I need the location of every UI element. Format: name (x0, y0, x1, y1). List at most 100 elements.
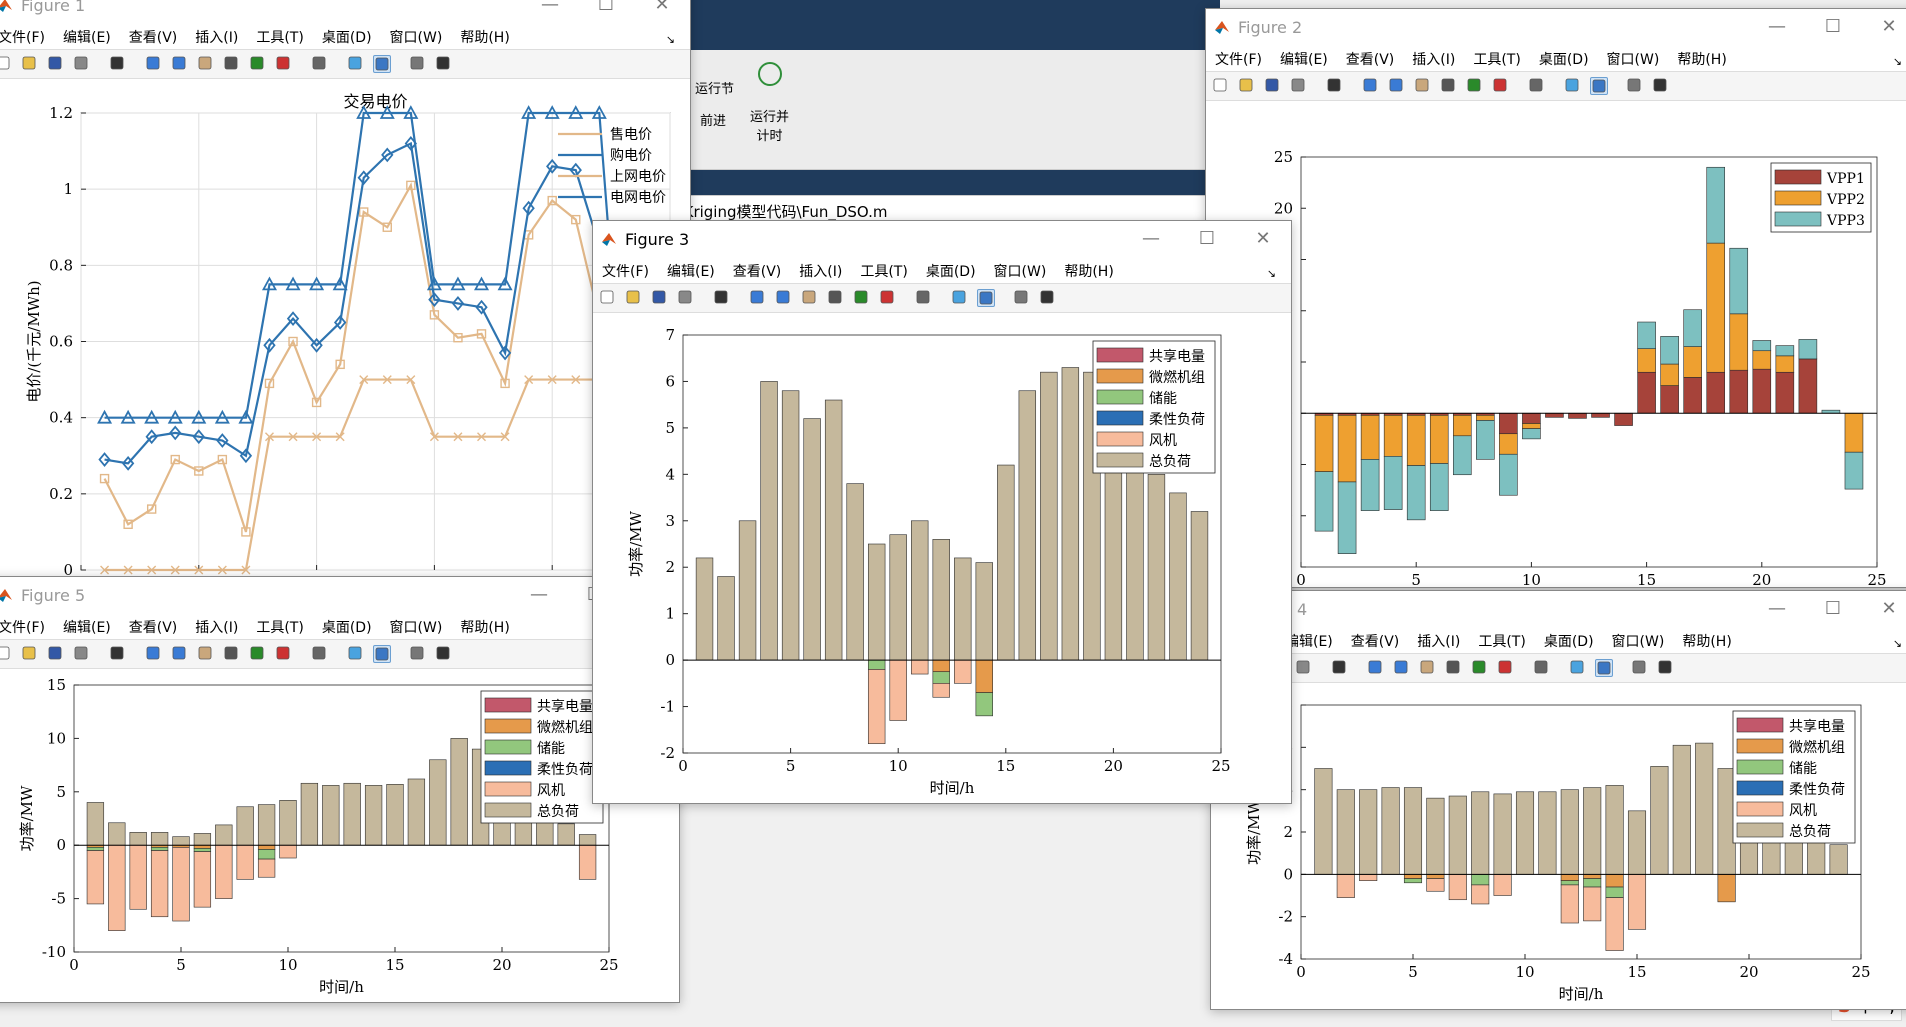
dock-icon[interactable] (435, 645, 453, 663)
zoom-in-icon[interactable] (1367, 659, 1385, 677)
plot-area[interactable]: 051015202500.20.40.60.811.2交易电价电价/(千元/MW… (0, 79, 690, 585)
advance-button[interactable]: 前进 (700, 110, 726, 129)
close-button[interactable]: ✕ (634, 0, 690, 23)
menu-item[interactable]: 编辑(E) (54, 23, 120, 47)
run-section-button[interactable]: 运行节 (695, 78, 734, 97)
plot-area[interactable]: 0510152025-15-10-50510152025VPP1VPP2VPP3 (1206, 101, 1906, 587)
brush-icon[interactable] (275, 55, 293, 73)
zoom-in-icon[interactable] (1362, 77, 1380, 95)
plot-area[interactable]: 0510152025-4-202468时间/h功率/MW共享电量微燃机组储能柔性… (1211, 683, 1906, 1009)
menu-item[interactable]: 文件(F) (1206, 45, 1271, 69)
menu-item[interactable]: 文件(F) (593, 257, 658, 281)
dock-arrow-icon[interactable]: ↘ (1884, 633, 1906, 650)
menu-item[interactable]: 帮助(H) (1055, 257, 1122, 281)
save-icon[interactable] (47, 645, 65, 663)
zoom-out-icon[interactable] (1393, 659, 1411, 677)
menu-item[interactable]: 工具(T) (851, 257, 916, 281)
plot-area[interactable]: 0 5 10 15 20 25 -2 -1 0 1 2 3 4 5 6 7 时间/h 功率/MW 共享电量 微燃机组储… (593, 313, 1291, 803)
brush-icon[interactable] (275, 645, 293, 663)
print-icon[interactable] (73, 55, 91, 73)
hide-tools-icon[interactable] (1626, 77, 1644, 95)
link-plot-icon[interactable] (311, 55, 329, 73)
pan-hand-icon[interactable] (197, 645, 215, 663)
open-file-icon[interactable] (625, 289, 643, 307)
rotate-icon[interactable] (1445, 659, 1463, 677)
plot-area[interactable]: 0 5 10 15 20 25 -10 -5 0 5 10 15 时间/h 功率/MW 共享电量 微燃机组 储能… (0, 669, 679, 1002)
title-bar[interactable]: Figure 3 — ☐ ✕ (593, 221, 1291, 257)
dock-arrow-icon[interactable]: ↘ (1884, 51, 1906, 68)
pan-hand-icon[interactable] (801, 289, 819, 307)
select-arrow-icon[interactable] (1326, 77, 1344, 95)
legend-icon[interactable] (977, 289, 995, 307)
zoom-in-icon[interactable] (145, 645, 163, 663)
title-bar[interactable]: Figure 5—☐✕ (0, 577, 679, 613)
menu-item[interactable]: 插入(I) (186, 613, 247, 637)
select-arrow-icon[interactable] (109, 645, 127, 663)
data-cursor-icon[interactable] (249, 645, 267, 663)
menu-item[interactable]: 窗口(W) (1598, 45, 1669, 69)
new-figure-icon[interactable] (599, 289, 617, 307)
minimize-button[interactable]: — (1749, 9, 1805, 45)
title-bar[interactable]: Figure 1 — ☐ ✕ (0, 0, 690, 23)
legend-icon[interactable] (1590, 77, 1608, 95)
minimize-button[interactable]: — (1749, 591, 1805, 627)
rotate-icon[interactable] (223, 645, 241, 663)
figure-2-window[interactable]: Figure 2— ☐ ✕ 文件(F) 编辑(E) 查看(V) 插入(I) 工具(T) 桌面(D… (1205, 8, 1906, 588)
dock-icon[interactable] (1652, 77, 1670, 95)
hide-tools-icon[interactable] (1631, 659, 1649, 677)
legend[interactable]: 共享电量微燃机组储能柔性负荷风机总负荷 (480, 690, 604, 824)
print-icon[interactable] (1295, 659, 1313, 677)
print-icon[interactable] (73, 645, 91, 663)
figure-4-window[interactable]: Figure 4—☐✕文件(F)编辑(E)查看(V)插入(I)工具(T)桌面(D… (1210, 590, 1906, 1010)
colorbar-icon[interactable] (1569, 659, 1587, 677)
colorbar-icon[interactable] (347, 55, 365, 73)
dock-icon[interactable] (435, 55, 453, 73)
legend-icon[interactable] (1595, 659, 1613, 677)
menu-item[interactable]: 工具(T) (247, 613, 312, 637)
new-figure-icon[interactable] (0, 55, 13, 73)
zoom-out-icon[interactable] (1388, 77, 1406, 95)
select-arrow-icon[interactable] (1331, 659, 1349, 677)
data-cursor-icon[interactable] (853, 289, 871, 307)
menu-item[interactable]: 编辑(E) (54, 613, 120, 637)
figure-3-window[interactable]: Figure 3— ☐ ✕ 文件(F) 编辑(E) 查看(V) 插入(I) 工具(T) 桌面(D… (592, 220, 1292, 804)
select-arrow-icon[interactable] (109, 55, 127, 73)
hide-tools-icon[interactable] (409, 55, 427, 73)
open-file-icon[interactable] (1238, 77, 1256, 95)
brush-icon[interactable] (1497, 659, 1515, 677)
title-bar[interactable]: Figure 4—☐✕ (1211, 591, 1906, 627)
colorbar-icon[interactable] (347, 645, 365, 663)
legend[interactable]: VPP1 VPP2 VPP3 (1770, 162, 1872, 233)
new-figure-icon[interactable] (0, 645, 13, 663)
colorbar-icon[interactable] (1564, 77, 1582, 95)
dock-arrow-icon[interactable]: ↘ (657, 29, 684, 46)
figure-5-window[interactable]: Figure 5—☐✕文件(F)编辑(E)查看(V)插入(I)工具(T)桌面(D… (0, 576, 680, 1003)
menu-item[interactable]: 编辑(E) (1271, 45, 1337, 69)
dock-arrow-icon[interactable]: ↘ (1258, 263, 1285, 280)
menu-item[interactable]: 查看(V) (120, 23, 187, 47)
menu-item[interactable]: 插入(I) (186, 23, 247, 47)
menu-item[interactable]: 编辑(E) (658, 257, 724, 281)
zoom-out-icon[interactable] (171, 645, 189, 663)
menu-item[interactable]: 帮助(H) (1668, 45, 1735, 69)
brush-icon[interactable] (879, 289, 897, 307)
data-cursor-icon[interactable] (1466, 77, 1484, 95)
pan-hand-icon[interactable] (1419, 659, 1437, 677)
data-cursor-icon[interactable] (249, 55, 267, 73)
menu-item[interactable]: 工具(T) (247, 23, 312, 47)
hide-tools-icon[interactable] (1013, 289, 1031, 307)
menu-item[interactable]: 窗口(W) (1603, 627, 1674, 651)
legend[interactable]: 共享电量微燃机组储能柔性负荷风机总负荷 (1732, 710, 1856, 844)
minimize-button[interactable]: — (522, 0, 578, 23)
menu-item[interactable]: 查看(V) (1342, 627, 1409, 651)
maximize-button[interactable]: ☐ (1805, 9, 1861, 45)
menu-item[interactable]: 窗口(W) (381, 613, 452, 637)
menu-item[interactable]: 查看(V) (1337, 45, 1404, 69)
menu-item[interactable]: 文件(F) (0, 613, 54, 637)
brush-icon[interactable] (1492, 77, 1510, 95)
new-figure-icon[interactable] (1212, 77, 1230, 95)
zoom-out-icon[interactable] (171, 55, 189, 73)
select-arrow-icon[interactable] (713, 289, 731, 307)
menu-item[interactable]: 桌面(D) (917, 257, 985, 281)
title-bar[interactable]: Figure 2 — ☐ ✕ (1206, 9, 1906, 45)
